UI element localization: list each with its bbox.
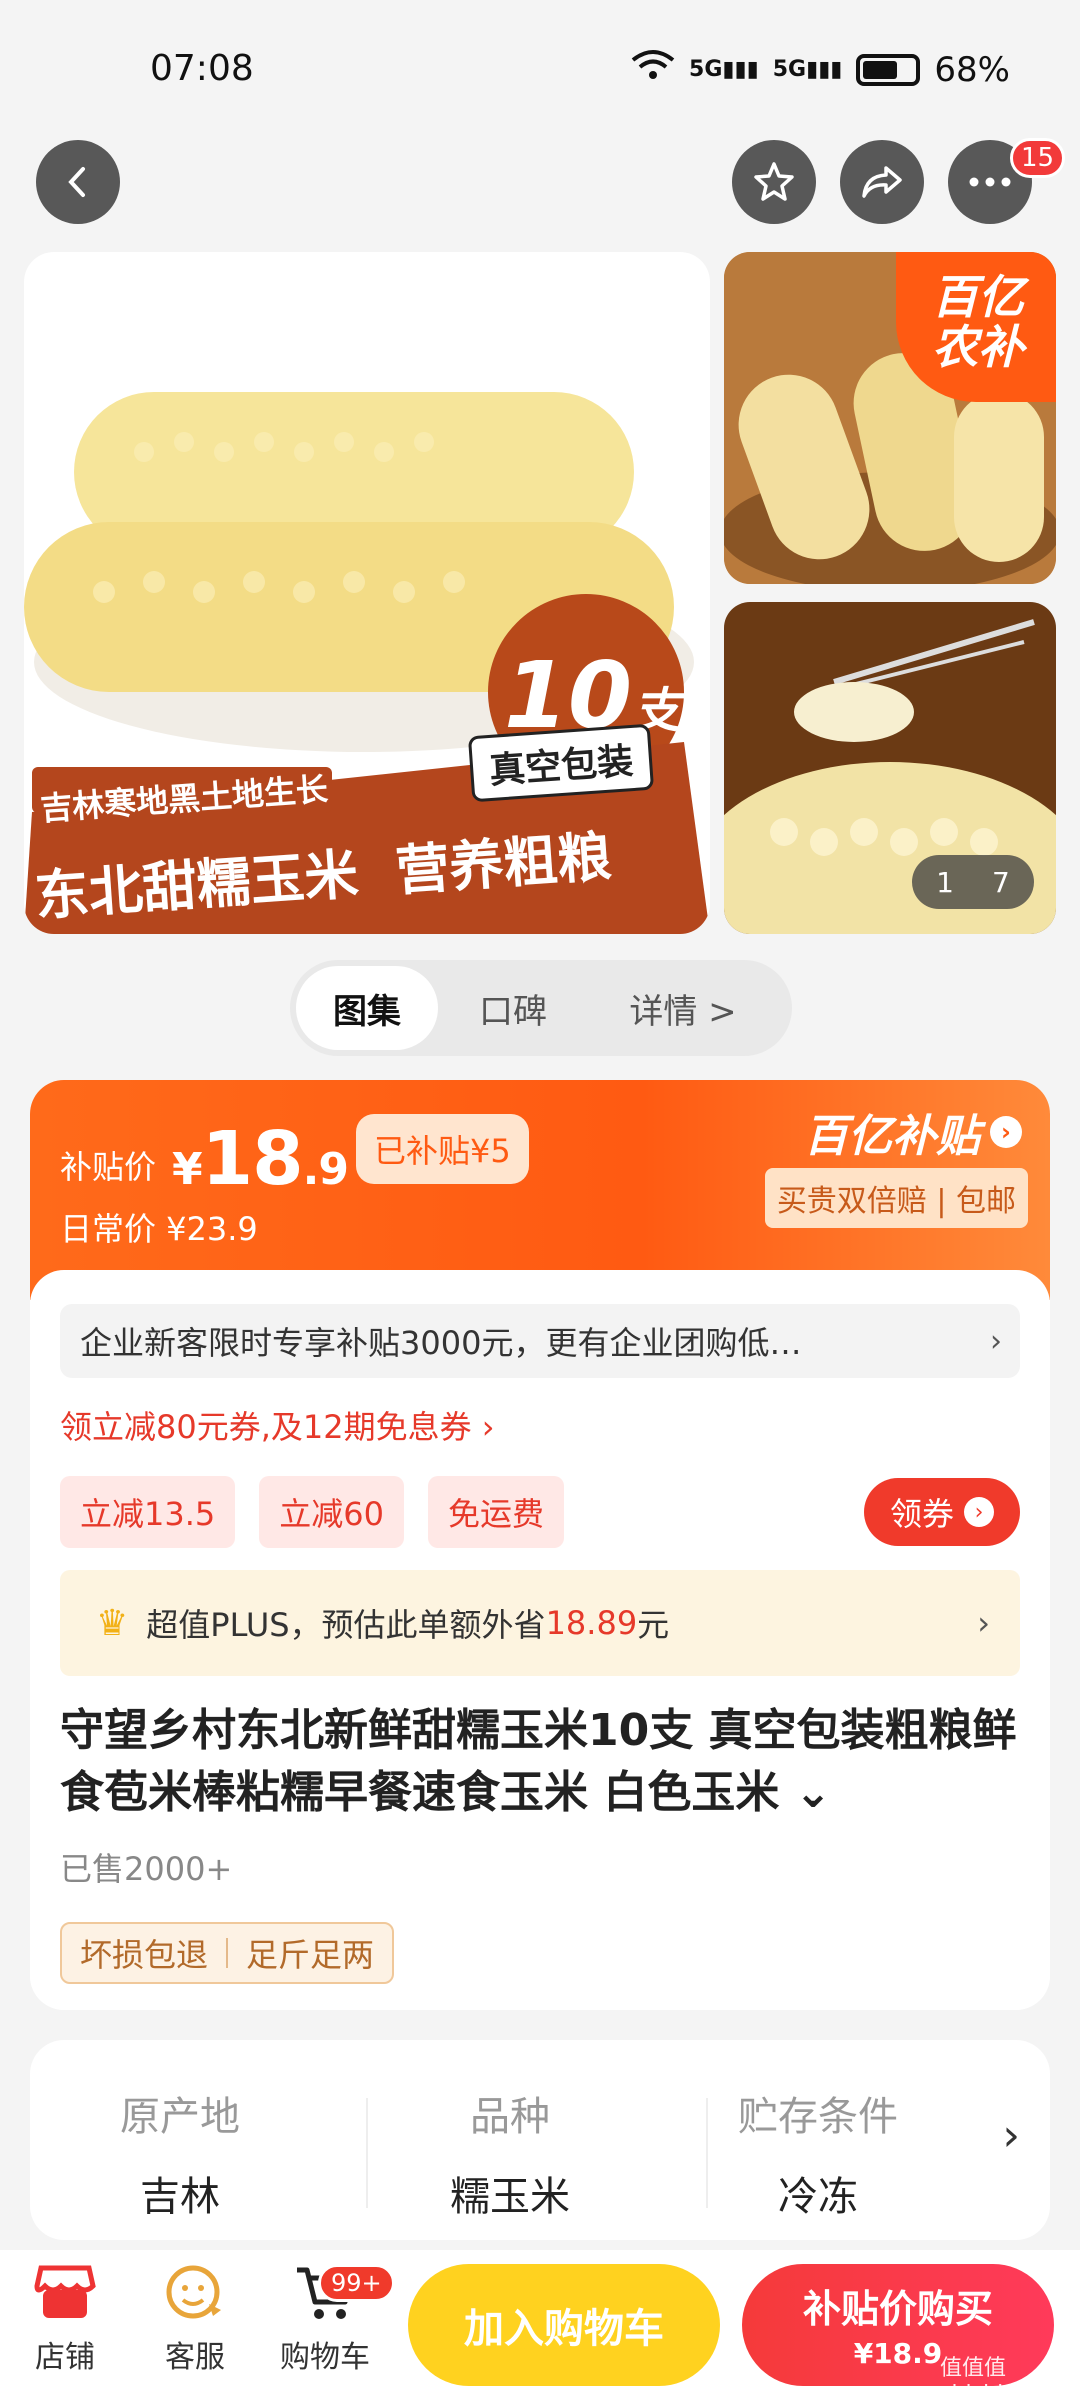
signal-5g-icon-1: 5G▮▮▮ xyxy=(689,57,759,82)
service-guarantees[interactable]: 坏损包退 足斤足两 xyxy=(60,1922,395,1984)
daily-price: 日常价 ¥23.9 xyxy=(60,1210,258,1248)
subsidy-logo: 百亿 农补 xyxy=(896,252,1056,402)
shop-button[interactable]: 店铺 xyxy=(10,2264,120,2376)
vacuum-pack-label: 真空包装 xyxy=(467,723,655,803)
signal-5g-icon-2: 5G▮▮▮ xyxy=(772,57,843,82)
back-arrow-icon xyxy=(68,167,85,197)
promo-chip: 立减60 xyxy=(259,1476,404,1548)
enterprise-notice[interactable]: 企业新客限时专享补贴3000元，更有企业团购低… › xyxy=(60,1304,1020,1378)
wifi-icon xyxy=(631,48,675,91)
price-card: 补贴价 ¥18.9 已补贴¥5 日常价 ¥23.9 百亿补贴 › 买贵双倍赔 | … xyxy=(30,1080,1050,2010)
promo-chip: 立减13.5 xyxy=(60,1476,236,1548)
product-title[interactable]: 守望乡村东北新鲜甜糯玉米10支 真空包装粗粮鲜食苞米棒粘糯早餐速食玉米 白色玉米… xyxy=(60,1700,1030,1824)
billion-subsidy-brand[interactable]: 百亿补贴 › xyxy=(804,1100,1022,1164)
spec-variety: 品种 糯玉米 xyxy=(450,2094,570,2220)
service-icon xyxy=(166,2265,221,2319)
brand-promise: 买贵双倍赔 | 包邮 xyxy=(764,1168,1028,1228)
main-product-image[interactable]: 10支 真空包装 吉林寒地黑土地生长 东北甜糯玉米 营养粗粮 xyxy=(24,252,710,934)
tab-details[interactable]: 详情 > xyxy=(588,966,778,1050)
subsidy-price: ¥18.9 xyxy=(172,1116,349,1202)
battery-percent: 68% xyxy=(934,49,1010,90)
shop-icon xyxy=(34,2265,96,2318)
spec-origin: 原产地 吉林 xyxy=(120,2094,240,2220)
back-button[interactable] xyxy=(36,140,120,224)
crown-icon: ♛ xyxy=(96,1602,129,1644)
status-time: 07:08 xyxy=(150,48,254,89)
price-header: 补贴价 ¥18.9 已补贴¥5 日常价 ¥23.9 百亿补贴 › 买贵双倍赔 | … xyxy=(30,1080,1050,1300)
promo-chip: 免运费 xyxy=(428,1476,565,1548)
battery-icon xyxy=(856,53,921,86)
cart-count-badge: 99+ xyxy=(318,2264,395,2302)
image-pager: 17 xyxy=(912,855,1034,909)
customer-service-button[interactable]: 客服 xyxy=(140,2264,250,2376)
plus-savings-banner[interactable]: ♛ 超值PLUS，预估此单额外省 18.89 元 › xyxy=(60,1570,1020,1676)
get-coupon-button[interactable]: 领券 › xyxy=(864,1478,1020,1546)
coupon-offer-link[interactable]: 领立减80元券,及12期免息券 › xyxy=(60,1402,495,1448)
subsidy-price-label: 补贴价 xyxy=(60,1148,157,1186)
sold-count: 已售2000+ xyxy=(60,1850,233,1888)
star-icon xyxy=(754,162,794,201)
message-count-badge: 15 xyxy=(1010,138,1066,178)
chevron-right-icon: › xyxy=(977,1604,990,1642)
chevron-right-icon: › xyxy=(990,1323,1002,1359)
spec-storage: 贮存条件 冷冻 xyxy=(738,2094,898,2220)
add-to-cart-button[interactable]: 加入购物车 xyxy=(408,2264,720,2386)
share-icon xyxy=(862,166,902,198)
promo-chips: 立减13.5 立减60 免运费 xyxy=(60,1476,565,1548)
watermark: 值值值 zhizhizhi.com xyxy=(940,2356,1080,2400)
share-button[interactable] xyxy=(840,140,924,224)
status-icons: 5G▮▮▮ 5G▮▮▮ 68% xyxy=(631,48,1010,91)
price-body: 企业新客限时专享补贴3000元，更有企业团购低… › 领立减80元券,及12期免… xyxy=(30,1270,1050,2010)
thumbnail-1[interactable]: 百亿 农补 xyxy=(724,252,1056,584)
chevron-right-icon: › xyxy=(1002,2110,1020,2161)
tab-gallery[interactable]: 图集 xyxy=(296,966,438,1050)
gallery-tabs: 图集 口碑 详情 > xyxy=(290,960,792,1056)
guarantee-item: 足斤足两 xyxy=(246,1936,375,1974)
guarantee-item: 坏损包退 xyxy=(80,1936,209,1974)
favorite-button[interactable] xyxy=(732,140,816,224)
spec-card[interactable]: 原产地 吉林 品种 糯玉米 贮存条件 冷冻 › xyxy=(30,2040,1050,2240)
more-dots-icon xyxy=(969,177,1011,187)
subsidy-amount-tag: 已补贴¥5 xyxy=(356,1114,529,1184)
chevron-right-icon: › xyxy=(964,1497,994,1527)
chevron-right-icon: › xyxy=(990,1116,1022,1148)
status-bar: 07:08 5G▮▮▮ 5G▮▮▮ 68% xyxy=(0,0,1080,130)
tab-reviews[interactable]: 口碑 xyxy=(438,966,588,1050)
